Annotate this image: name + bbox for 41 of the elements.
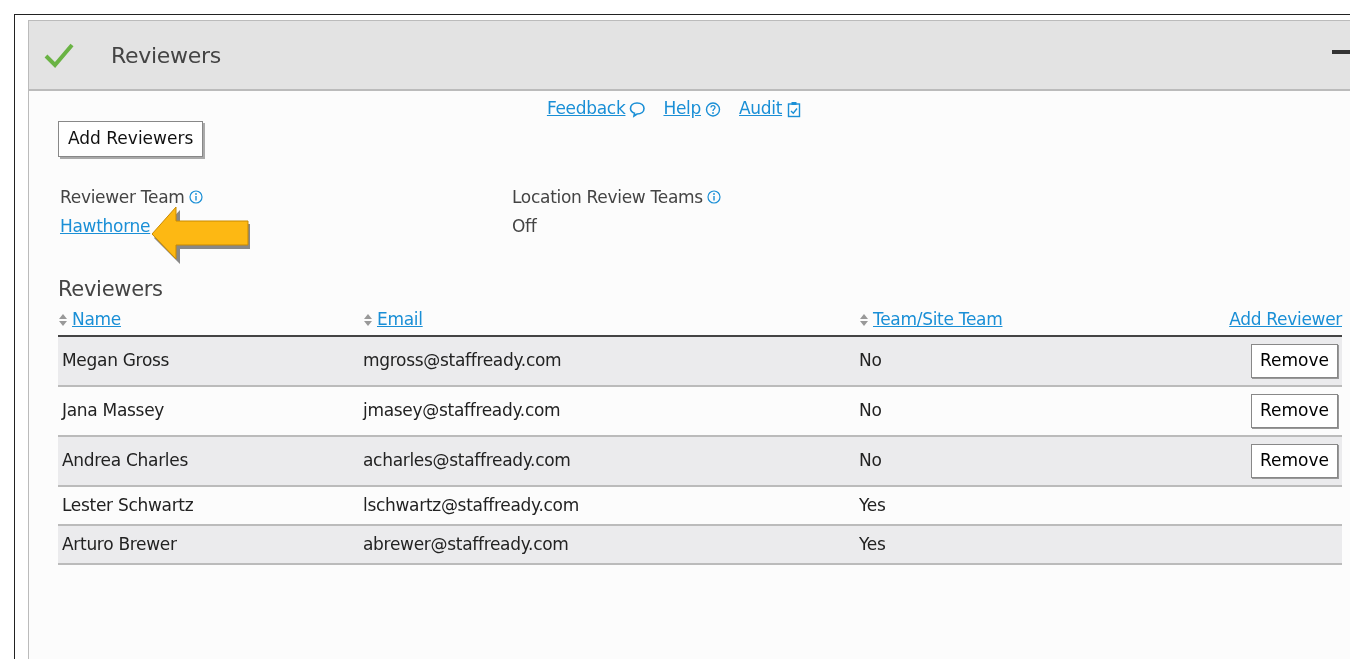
table-cell-text: abrewer@staffready.com — [363, 532, 570, 556]
table-cell-text: Yes — [859, 493, 887, 517]
field-label: Reviewer Team — [60, 185, 185, 209]
column-header-link[interactable]: Name — [72, 307, 121, 333]
remove-button[interactable]: Remove — [1251, 394, 1338, 428]
table-cell-text: lschwartz@staffready.com — [363, 493, 580, 517]
info-icon[interactable] — [188, 190, 203, 205]
table-cell-text: Megan Gross — [61, 349, 171, 373]
table-cell-text: No — [859, 349, 883, 373]
field-value: Off — [512, 215, 538, 238]
panel-title: Reviewers — [111, 41, 221, 70]
table-cell-text: Lester Schwartz — [61, 493, 195, 517]
clipboard-icon[interactable] — [786, 100, 803, 118]
section-title: Reviewers — [57, 275, 164, 303]
table-cell-text: jmasey@staffready.com — [363, 399, 562, 423]
sort-icon[interactable] — [58, 312, 68, 328]
column-header-link[interactable]: Team/Site Team — [873, 307, 1003, 333]
team-link[interactable]: Hawthorne — [60, 214, 151, 240]
table-cell-text: acharles@staffready.com — [363, 449, 572, 473]
field-label: Location Review Teams — [512, 185, 703, 209]
info-icon[interactable] — [706, 190, 721, 205]
table-cell-text: No — [859, 399, 883, 423]
column-header-link[interactable]: Email — [377, 307, 423, 333]
table-cell-text: mgross@staffready.com — [363, 349, 563, 373]
toolbar-link[interactable]: Feedback — [546, 96, 626, 122]
remove-button[interactable]: Remove — [1251, 344, 1338, 378]
table-cell-text: Arturo Brewer — [61, 532, 178, 556]
add-reviewer-link[interactable]: Add Reviewer — [1229, 309, 1342, 330]
sort-icon[interactable] — [363, 312, 373, 328]
table-cell-text: Jana Massey — [60, 399, 166, 423]
toolbar-link[interactable]: Help — [663, 96, 701, 122]
help-icon[interactable] — [705, 100, 721, 118]
speech-bubble-icon[interactable] — [629, 100, 646, 118]
table-cell-text: Andrea Charles — [61, 449, 189, 473]
table-cell-text: Yes — [859, 532, 887, 556]
add-reviewers-button[interactable]: Add Reviewers — [58, 121, 204, 157]
toolbar-link[interactable]: Audit — [739, 96, 783, 122]
table-cell-text: No — [859, 449, 883, 473]
sort-icon[interactable] — [859, 312, 869, 328]
remove-button[interactable]: Remove — [1251, 444, 1338, 478]
callout-arrow-icon — [152, 207, 252, 265]
